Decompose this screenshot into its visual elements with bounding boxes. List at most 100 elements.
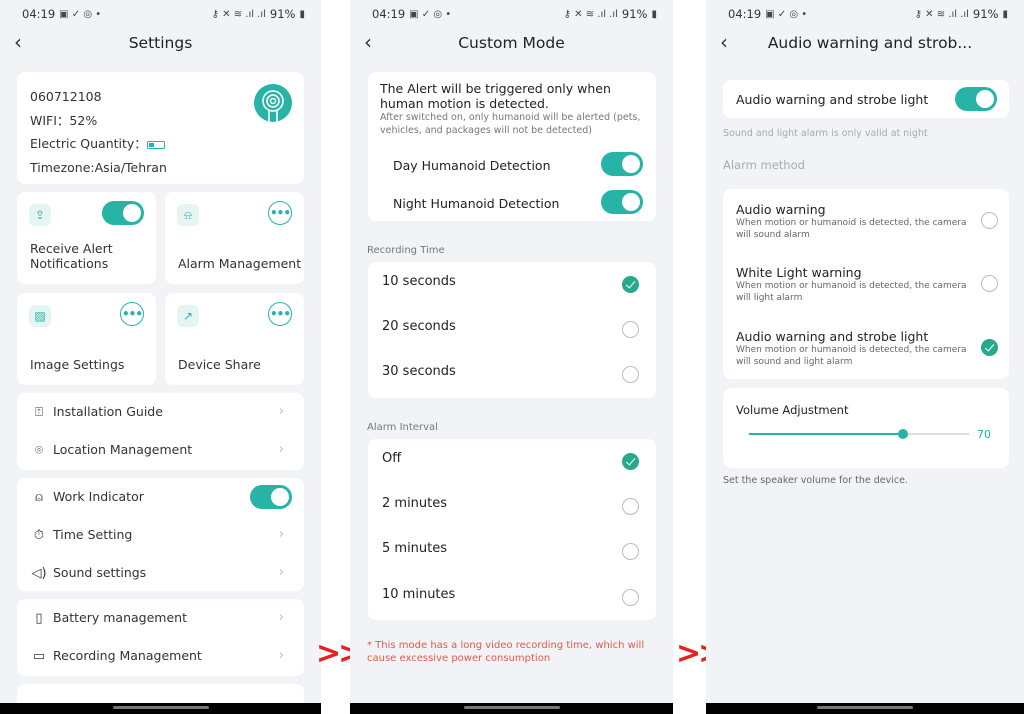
night-detection-toggle[interactable] [601,190,643,214]
electric-quantity: Electric Quantity： [30,132,167,156]
custom-mode-screen: 04:19 ▣ ✓ ◎ • ⚷ ✕ ≋ .ıl .ıl 91% ▮ ‹ Custom … [350,0,673,714]
work-indicator-toggle[interactable] [250,485,292,509]
header: ‹ Settings [0,30,321,56]
volume-slider[interactable] [749,429,969,439]
tile-label: Alarm Management [178,256,302,271]
device-logo-icon [254,84,292,122]
back-button[interactable]: ‹ [720,30,728,54]
list-item-time-setting[interactable]: ⏱ Time Setting › [17,516,304,554]
video-camera-icon: ▭ [32,648,46,664]
list-item-recording-management[interactable]: ▭ Recording Management › [17,637,304,675]
tile-device-share[interactable]: ↗ ••• Device Share [165,293,304,385]
method-audio-warning[interactable]: Audio warning When motion or humanoid is… [723,189,1009,252]
volume-label: Volume Adjustment [736,403,849,417]
page-title: Settings [128,34,193,52]
method-title: Audio warning [736,202,826,217]
method-title: White Light warning [736,265,862,280]
day-detection-label: Day Humanoid Detection [393,158,551,173]
method-desc: When motion or humanoid is detected, the… [736,218,967,240]
option-5-minutes[interactable]: 5 minutes [368,529,656,574]
signal-icons: ⚷ ✕ ≋ .ıl .ıl [211,8,266,20]
item-label: Installation Guide [53,404,163,419]
page-title: Audio warning and strob... [767,34,973,52]
radio-unchecked[interactable] [622,366,639,383]
radio-unchecked[interactable] [622,543,639,560]
volume-card: Volume Adjustment 70 [723,388,1009,468]
audio-strobe-toggle[interactable] [955,87,997,111]
power-warning: * This mode has a long video recording t… [367,640,645,664]
alarm-interval-label: Alarm Interval [367,422,438,433]
back-button[interactable]: ‹ [364,30,372,54]
radio-checked[interactable] [981,339,998,356]
info-title: The Alert will be triggered only when hu… [380,81,611,111]
method-white-light[interactable]: White Light warning When motion or human… [723,252,1009,315]
humanoid-detection-card: The Alert will be triggered only when hu… [368,72,656,221]
volume-slider-fill [749,433,903,435]
info-subtitle: After switched on, only humanoid will be… [380,112,641,136]
tile-image-settings[interactable]: ▨ ••• Image Settings [17,293,156,385]
option-30-seconds[interactable]: 30 seconds [368,352,656,397]
method-desc: When motion or humanoid is detected, the… [736,281,967,303]
day-detection-toggle[interactable] [601,152,643,176]
tile-label: Receive Alert Notifications [30,241,113,271]
battery-status-icon: ▮ [1002,8,1008,20]
signal-icons: ⚷ ✕ ≋ .ıl .ıl [914,8,969,20]
volume-slider-thumb[interactable] [898,429,908,439]
option-10-seconds[interactable]: 10 seconds [368,262,656,307]
option-20-seconds[interactable]: 20 seconds [368,307,656,352]
status-bar: 04:19 ▣ ✓ ◎ • ⚷ ✕ ≋ .ıl .ıl 91% ▮ [22,6,305,22]
alarm-light-icon: ⍾ [177,204,199,226]
radio-checked[interactable] [622,276,639,293]
tile-label: Device Share [178,357,261,372]
radio-unchecked[interactable] [981,212,998,229]
home-handle[interactable] [817,706,913,709]
image-icon: ▨ [29,305,51,327]
radio-checked[interactable] [622,453,639,470]
night-only-note: Sound and light alarm is only valid at n… [723,128,928,139]
alarm-method-card: Audio warning When motion or humanoid is… [723,189,1009,379]
alarm-interval-card: Off 2 minutes 5 minutes 10 minutes [368,439,656,620]
chevron-right-icon: › [278,527,284,542]
more-icon[interactable]: ••• [120,302,144,326]
radio-unchecked[interactable] [622,498,639,515]
timezone: Timezone:Asia/Tehran [30,159,167,175]
notification-icons: ▣ ✓ ◎ • [409,8,452,20]
more-icon[interactable]: ••• [268,201,292,225]
battery-level-icon [146,140,165,149]
method-title: Audio warning and strobe light [736,329,929,344]
settings-group-2: ⍝ Work Indicator ⏱ Time Setting › ◁) Sou… [17,478,304,591]
home-handle[interactable] [463,706,560,709]
list-item-battery-management[interactable]: ▯ Battery management › [17,599,304,637]
tile-receive-alert: ⇪ Receive Alert Notifications [17,192,156,284]
home-handle[interactable] [112,706,209,709]
chevron-right-icon: › [278,404,284,419]
battery-status-icon: ▮ [651,8,657,20]
list-item-installation-guide[interactable]: ⍐ Installation Guide › [17,393,304,431]
radio-unchecked[interactable] [981,275,998,292]
item-label: Time Setting [53,527,133,542]
list-item-location-management[interactable]: ⌾ Location Management › [17,431,304,469]
speaker-icon: ◁) [31,565,47,581]
alarm-method-label: Alarm method [723,158,805,172]
item-label: Location Management [53,442,193,457]
radio-unchecked[interactable] [622,321,639,338]
item-label: Work Indicator [53,489,144,504]
radio-unchecked[interactable] [622,589,639,606]
notification-icons: ▣ ✓ ◎ • [765,8,808,20]
receive-alert-toggle[interactable] [102,201,144,225]
option-2-minutes[interactable]: 2 minutes [368,484,656,529]
back-button[interactable]: ‹ [14,30,22,54]
option-off[interactable]: Off [368,439,656,484]
audio-strobe-toggle-card: Audio warning and strobe light [723,80,1009,118]
more-icon[interactable]: ••• [268,302,292,326]
method-audio-strobe[interactable]: Audio warning and strobe light When moti… [723,316,1009,379]
tile-alarm-management[interactable]: ⍾ ••• Alarm Management [165,192,304,284]
device-id: 060712108 [30,89,102,104]
option-10-minutes[interactable]: 10 minutes [368,575,656,620]
header: ‹ Custom Mode [350,30,673,56]
night-detection-label: Night Humanoid Detection [393,196,560,211]
chevron-right-icon: › [278,565,284,580]
list-item-sound-settings[interactable]: ◁) Sound settings › [17,554,304,592]
device-info-card: 060712108 WIFI：52% Electric Quantity： Ti… [17,72,304,184]
location-pin-icon: ⌾ [35,442,43,458]
